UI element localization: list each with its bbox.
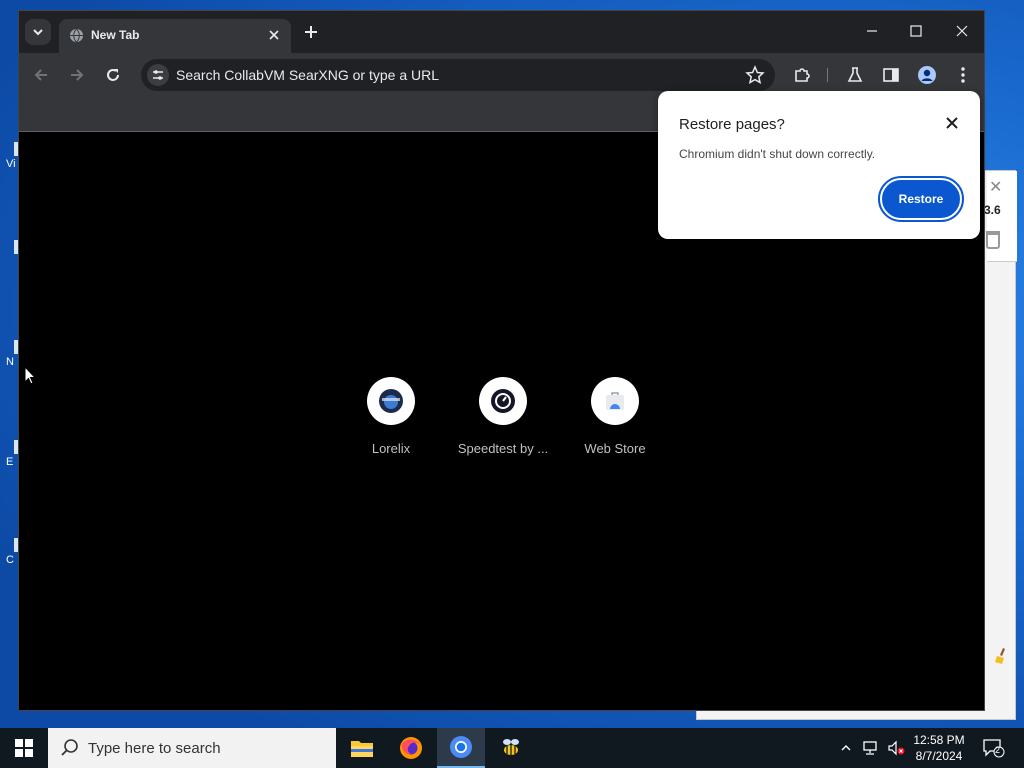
address-bar-placeholder: Search CollabVM SearXNG or type a URL — [176, 67, 439, 83]
more-vertical-icon — [961, 67, 965, 83]
desktop-icon-label: N — [6, 356, 14, 368]
notification-center-button[interactable]: 2 — [982, 738, 1006, 758]
dialog-close-button[interactable] — [942, 113, 962, 133]
taskbar: Type here to search 12:58 PM 8/7/2024 2 — [0, 728, 1024, 768]
maximize-button[interactable] — [903, 20, 929, 42]
tab-new-tab[interactable]: New Tab — [59, 19, 291, 53]
tune-icon — [153, 70, 163, 80]
labs-button[interactable] — [843, 63, 867, 87]
divider — [987, 261, 1017, 262]
arrow-left-icon — [34, 69, 47, 81]
puzzle-icon — [795, 68, 810, 82]
volume-tray-button[interactable] — [886, 738, 906, 758]
network-tray-button[interactable] — [861, 738, 881, 758]
close-icon — [269, 30, 279, 40]
tab-title: New Tab — [91, 28, 140, 42]
version-text: 3.6 — [984, 203, 1001, 217]
windows-logo-icon — [15, 739, 33, 757]
system-clock[interactable]: 12:58 PM 8/7/2024 — [908, 732, 970, 764]
desktop-icon-label: E — [6, 456, 14, 468]
shortcut-web-store[interactable]: Web Store — [565, 377, 665, 456]
dialog-message: Chromium didn't shut down correctly. — [679, 147, 876, 161]
site-info-button[interactable] — [147, 64, 169, 86]
toolbar-divider — [827, 68, 828, 82]
volume-muted-icon — [888, 740, 905, 756]
side-panel-button[interactable] — [879, 63, 903, 87]
tab-search-button[interactable] — [25, 19, 51, 45]
shortcut-icon-wrapper — [591, 377, 639, 425]
dialog-title: Restore pages? — [679, 116, 785, 133]
minimize-icon — [867, 30, 877, 32]
avatar-icon — [918, 66, 936, 84]
star-icon[interactable] — [745, 65, 765, 85]
firefox-icon — [400, 737, 422, 759]
arrow-right-icon — [71, 69, 84, 81]
shortcut-label: Speedtest by ... — [457, 441, 549, 456]
mouse-cursor-icon — [24, 366, 36, 385]
shortcut-icon-wrapper — [479, 377, 527, 425]
desktop-icon-label: C — [6, 554, 14, 566]
desktop-icon-label: Vi — [6, 158, 16, 170]
clock-date: 8/7/2024 — [915, 749, 963, 763]
chevron-down-icon — [33, 29, 43, 36]
notification-count: 2 — [995, 745, 1001, 755]
close-icon — [956, 25, 968, 37]
shortcut-speedtest[interactable]: Speedtest by ... — [453, 377, 553, 456]
address-bar[interactable]: Search CollabVM SearXNG or type a URL — [141, 59, 775, 91]
forward-button[interactable] — [65, 63, 89, 87]
tab-close-button[interactable] — [265, 26, 283, 44]
close-icon[interactable]: ✕ — [989, 177, 1002, 197]
new-tab-button[interactable] — [301, 22, 321, 42]
title-bar: New Tab — [19, 11, 984, 53]
side-panel-icon — [883, 68, 899, 82]
taskbar-bee-app[interactable] — [487, 728, 535, 768]
web-store-icon — [606, 392, 624, 410]
clock-time: 12:58 PM — [913, 733, 965, 747]
reload-icon — [107, 69, 119, 81]
close-icon — [946, 117, 958, 129]
chevron-up-icon — [841, 745, 851, 751]
broom-icon[interactable] — [994, 647, 1010, 665]
restore-button[interactable]: Restore — [878, 176, 964, 222]
search-icon — [61, 739, 78, 756]
restore-pages-dialog: Restore pages? Chromium didn't shut down… — [658, 91, 980, 239]
shortcut-icon-wrapper — [367, 377, 415, 425]
network-icon — [863, 741, 877, 755]
menu-button[interactable] — [951, 63, 975, 87]
search-placeholder: Type here to search — [88, 740, 221, 757]
profile-button[interactable] — [915, 63, 939, 87]
taskbar-search-box[interactable]: Type here to search — [48, 728, 336, 768]
taskbar-firefox[interactable] — [387, 728, 435, 768]
taskbar-file-explorer[interactable] — [338, 728, 386, 768]
notification-icon — [983, 739, 1005, 758]
shortcut-label: Lorelix — [371, 441, 411, 456]
back-button[interactable] — [29, 63, 53, 87]
maximize-icon — [910, 25, 922, 37]
taskbar-chromium[interactable] — [437, 728, 485, 768]
bee-app-icon — [503, 739, 519, 755]
shortcut-lorelix[interactable]: Lorelix — [341, 377, 441, 456]
globe-icon — [69, 28, 84, 43]
flask-icon — [847, 67, 863, 82]
shortcut-label: Web Store — [584, 441, 646, 456]
close-window-button[interactable] — [949, 20, 975, 42]
minimize-button[interactable] — [859, 20, 885, 42]
reload-button[interactable] — [101, 63, 125, 87]
lorelix-icon — [379, 389, 403, 413]
extensions-button[interactable] — [790, 63, 814, 87]
tray-overflow-button[interactable] — [836, 738, 856, 758]
plus-icon — [305, 26, 317, 38]
start-button[interactable] — [0, 728, 48, 768]
chromium-icon — [450, 736, 472, 758]
trash-icon[interactable] — [986, 231, 1000, 249]
speedtest-icon — [491, 389, 515, 413]
file-explorer-icon — [351, 741, 373, 757]
